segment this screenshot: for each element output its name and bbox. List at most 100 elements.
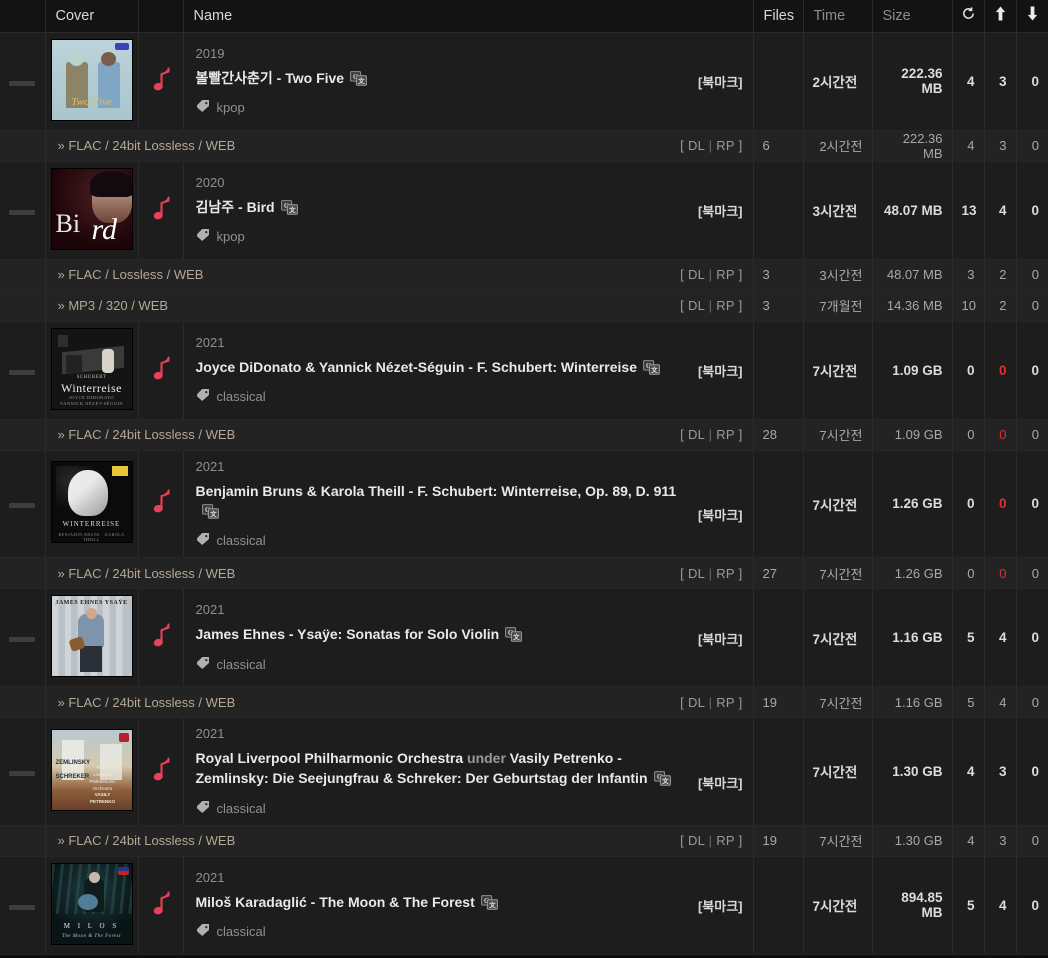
table-subrow[interactable]: » FLAC / 24bit Lossless / WEB [ DL | RP …	[0, 825, 1048, 857]
column-header-cover[interactable]: Cover	[45, 0, 139, 33]
tag-label[interactable]: kpop	[217, 229, 245, 244]
tag-label[interactable]: classical	[217, 801, 266, 816]
collapse-handle[interactable]	[9, 904, 36, 910]
row-select-handle[interactable]	[0, 32, 46, 131]
table-row[interactable]: SCHUBERT Winterreise JOYCE DIDONATO YANN…	[0, 321, 1048, 420]
album-cover-winterreise-didonato[interactable]: SCHUBERT Winterreise JOYCE DIDONATO YANN…	[50, 327, 133, 410]
google-translate-icon[interactable]: G 文	[505, 627, 523, 647]
torrent-title[interactable]: Joyce DiDonato & Yannick Nézet-Séguin - …	[196, 357, 661, 380]
table-subrow[interactable]: » FLAC / 24bit Lossless / WEB [ DL | RP …	[0, 686, 1048, 719]
tag-label[interactable]: classical	[217, 657, 266, 672]
table-subrow[interactable]: » FLAC / 24bit Lossless / WEB [ DL | RP …	[0, 557, 1048, 590]
tag-label[interactable]: kpop	[217, 100, 245, 115]
bookmark-link[interactable]: [북마크]	[692, 72, 743, 91]
category-cell[interactable]	[138, 161, 184, 260]
download-actions[interactable]: [ DL | RP ]	[680, 566, 742, 581]
album-cover-two-five[interactable]: Two Five	[50, 38, 133, 121]
dl-link[interactable]: DL	[688, 695, 705, 710]
tag-label[interactable]: classical	[217, 924, 266, 939]
column-header-size[interactable]: Size	[872, 0, 953, 33]
table-row[interactable]: M I L O S The Moon & The Forest 2021 Mil…	[0, 856, 1048, 955]
rp-link[interactable]: RP	[716, 695, 734, 710]
torrent-title[interactable]: Royal Liverpool Philharmonic Orchestra u…	[196, 748, 684, 792]
cover-cell[interactable]: SCHUBERT Winterreise JOYCE DIDONATO YANN…	[45, 321, 139, 420]
google-translate-icon[interactable]: G 文	[643, 359, 660, 380]
music-note-icon[interactable]	[150, 489, 172, 515]
google-translate-icon[interactable]: G 文	[280, 199, 298, 220]
bookmark-link[interactable]: [북마크]	[692, 896, 743, 915]
category-cell[interactable]	[138, 588, 184, 688]
row-select-handle[interactable]	[0, 161, 46, 260]
subrow-format[interactable]: » FLAC / 24bit Lossless / WEB	[58, 427, 236, 442]
google-translate-icon[interactable]: G 文	[653, 771, 671, 791]
table-subrow[interactable]: » FLAC / 24bit Lossless / WEB [ DL | RP …	[0, 130, 1048, 162]
subrow-format[interactable]: » FLAC / Lossless / WEB	[58, 267, 204, 282]
row-select-handle[interactable]	[0, 321, 46, 420]
table-row[interactable]: Bi rd 2020 김남주 - Bird G 文 [북마크] kpop 3시간…	[0, 161, 1048, 260]
torrent-title[interactable]: James Ehnes - Ysaÿe: Sonatas for Solo Vi…	[196, 624, 523, 647]
album-cover-winterreise-bruns[interactable]: WINTERREISE BENJAMIN BRUNS · KAROLA THEI…	[50, 461, 133, 544]
subrow-format[interactable]: » FLAC / 24bit Lossless / WEB	[58, 566, 236, 581]
music-note-icon[interactable]	[150, 195, 172, 222]
cover-cell[interactable]: Two Five	[45, 32, 139, 131]
music-note-icon[interactable]	[150, 891, 172, 917]
column-header-seeders[interactable]	[984, 0, 1017, 33]
cover-cell[interactable]: Bi rd	[45, 161, 139, 260]
table-row[interactable]: Two Five 2019 볼빨간사춘기 - Two Five G 文 [북마크…	[0, 32, 1048, 131]
table-subrow[interactable]: » FLAC / 24bit Lossless / WEB [ DL | RP …	[0, 419, 1048, 451]
table-row[interactable]: JAMES EHNES YSAŸE 2021 James Ehnes - Ysa…	[0, 588, 1048, 688]
cover-cell[interactable]: JAMES EHNES YSAŸE	[45, 588, 139, 688]
column-header-refresh[interactable]	[952, 0, 985, 33]
dl-link[interactable]: DL	[688, 267, 705, 282]
subrow-format[interactable]: » FLAC / 24bit Lossless / WEB	[58, 138, 236, 153]
cover-cell[interactable]: ZEMLINSKY SCHREKER Royal Liverpool Philhar…	[45, 717, 139, 826]
column-header-leechers[interactable]	[1016, 0, 1048, 33]
google-translate-icon[interactable]: G 文	[480, 895, 498, 915]
bookmark-link[interactable]: [북마크]	[692, 773, 743, 792]
music-note-icon[interactable]	[150, 623, 172, 649]
subrow-format[interactable]: » MP3 / 320 / WEB	[58, 298, 169, 313]
cover-cell[interactable]: WINTERREISE BENJAMIN BRUNS · KAROLA THEI…	[45, 450, 139, 559]
tag-label[interactable]: classical	[217, 533, 266, 548]
row-select-handle[interactable]	[0, 450, 46, 559]
music-note-icon[interactable]	[150, 66, 172, 93]
tag-label[interactable]: classical	[217, 389, 266, 404]
category-cell[interactable]	[138, 32, 184, 131]
table-subrow[interactable]: » MP3 / 320 / WEB [ DL | RP ] 3 7개월전 14.…	[0, 290, 1048, 322]
album-cover-ehnes-ysaye[interactable]: JAMES EHNES YSAŸE	[50, 595, 133, 678]
dl-link[interactable]: DL	[688, 427, 705, 442]
column-header-time[interactable]: Time	[803, 0, 873, 33]
collapse-handle[interactable]	[9, 80, 36, 86]
rp-link[interactable]: RP	[716, 138, 734, 153]
collapse-handle[interactable]	[9, 503, 36, 509]
torrent-title[interactable]: Benjamin Bruns & Karola Theill - F. Schu…	[196, 481, 684, 525]
subrow-format[interactable]: » FLAC / 24bit Lossless / WEB	[58, 833, 236, 848]
table-subrow[interactable]: » FLAC / Lossless / WEB [ DL | RP ] 3 3시…	[0, 259, 1048, 291]
table-row[interactable]: WINTERREISE BENJAMIN BRUNS · KAROLA THEI…	[0, 450, 1048, 559]
collapse-handle[interactable]	[9, 637, 36, 643]
collapse-handle[interactable]	[9, 369, 36, 375]
rp-link[interactable]: RP	[716, 267, 734, 282]
rp-link[interactable]: RP	[716, 566, 734, 581]
collapse-handle[interactable]	[9, 209, 36, 215]
category-cell[interactable]	[138, 717, 184, 826]
dl-link[interactable]: DL	[688, 298, 705, 313]
rp-link[interactable]: RP	[716, 427, 734, 442]
subrow-format[interactable]: » FLAC / 24bit Lossless / WEB	[58, 695, 236, 710]
download-actions[interactable]: [ DL | RP ]	[680, 427, 742, 442]
album-cover-bird[interactable]: Bi rd	[50, 167, 133, 250]
album-cover-zemlinsky[interactable]: ZEMLINSKY SCHREKER Royal Liverpool Philhar…	[50, 728, 133, 811]
category-cell[interactable]	[138, 321, 184, 420]
album-cover-moon-forest[interactable]: M I L O S The Moon & The Forest	[50, 862, 133, 945]
torrent-title[interactable]: 김남주 - Bird G 文	[196, 197, 298, 220]
category-cell[interactable]	[138, 856, 184, 955]
google-translate-icon[interactable]: G 文	[201, 503, 219, 524]
bookmark-link[interactable]: [북마크]	[692, 201, 743, 220]
download-actions[interactable]: [ DL | RP ]	[680, 138, 742, 153]
column-header-name[interactable]: Name	[183, 0, 754, 33]
download-actions[interactable]: [ DL | RP ]	[680, 298, 742, 313]
dl-link[interactable]: DL	[688, 566, 705, 581]
row-select-handle[interactable]	[0, 856, 46, 955]
category-cell[interactable]	[138, 450, 184, 559]
cover-cell[interactable]: M I L O S The Moon & The Forest	[45, 856, 139, 955]
